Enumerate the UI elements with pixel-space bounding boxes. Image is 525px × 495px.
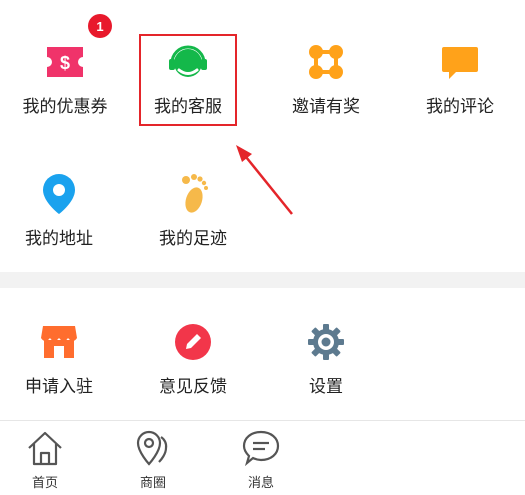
- comment-icon: [438, 40, 482, 84]
- tab-label: 首页: [31, 476, 58, 491]
- store-icon: [37, 320, 81, 364]
- tab-business-circle[interactable]: 商圈: [113, 428, 193, 492]
- map-pin-icon: [133, 428, 173, 468]
- menu-item-address[interactable]: 我的地址: [0, 172, 124, 252]
- invite-icon: [304, 40, 348, 84]
- footprint-icon: [171, 172, 215, 216]
- menu-item-invite[interactable]: 邀请有奖: [261, 40, 391, 120]
- menu-item-comments[interactable]: 我的评论: [395, 40, 525, 120]
- menu-item-coupons[interactable]: $ 我的优惠券: [0, 40, 130, 120]
- menu-item-label: 设置: [309, 377, 343, 397]
- tab-home[interactable]: 首页: [5, 428, 85, 492]
- menu-item-label: 我的优惠券: [22, 97, 108, 117]
- menu-item-label: 申请入驻: [25, 377, 93, 397]
- chat-bubble-icon: [241, 428, 281, 468]
- annotation-arrow: [236, 145, 293, 215]
- menu-item-label: 我的足迹: [159, 229, 227, 249]
- highlight-box: [139, 34, 237, 126]
- menu-item-feedback[interactable]: 意见反馈: [128, 320, 258, 400]
- pencil-icon: [171, 320, 215, 364]
- tab-messages[interactable]: 消息: [221, 428, 301, 492]
- gear-icon: [304, 320, 348, 364]
- section-divider: [0, 272, 525, 288]
- tab-label: 商圈: [139, 476, 166, 491]
- notification-badge: 1: [88, 14, 112, 38]
- menu-item-label: 我的评论: [426, 97, 494, 117]
- home-icon: [25, 428, 65, 468]
- location-pin-icon: [37, 172, 81, 216]
- menu-item-settings[interactable]: 设置: [261, 320, 391, 400]
- menu-item-label: 邀请有奖: [292, 97, 360, 117]
- coupon-icon: $: [43, 40, 87, 84]
- svg-text:$: $: [60, 53, 70, 73]
- menu-item-apply-join[interactable]: 申请入驻: [0, 320, 124, 400]
- tab-label: 消息: [247, 476, 274, 491]
- tabbar-separator: [0, 420, 525, 421]
- menu-item-label: 我的地址: [25, 229, 93, 249]
- menu-item-label: 意见反馈: [159, 377, 227, 397]
